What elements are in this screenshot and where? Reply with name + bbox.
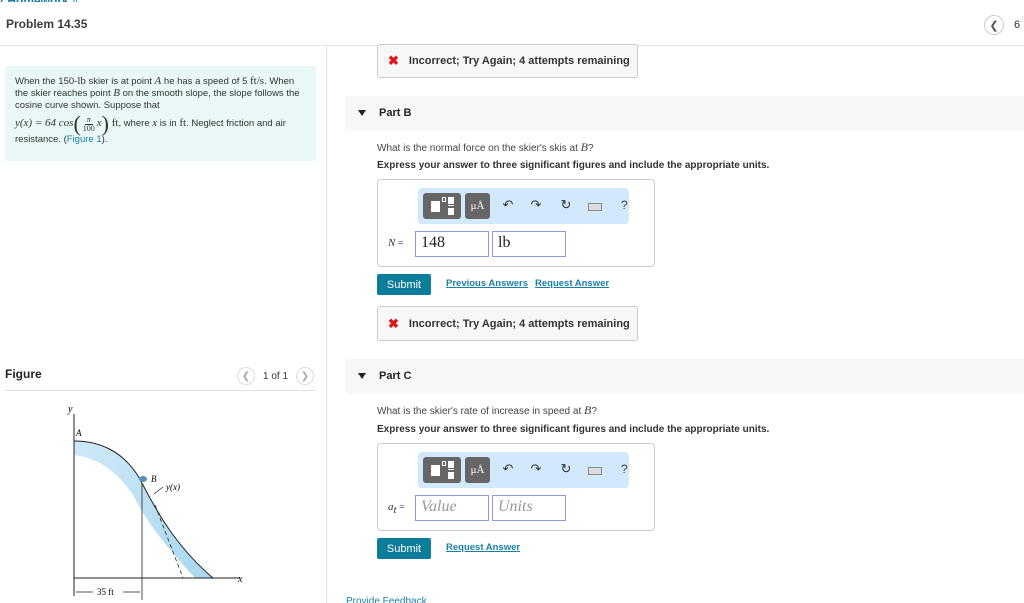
figure-header: Figure ❮ 1 of 1 ❯	[5, 366, 316, 391]
templates-icon	[431, 201, 440, 212]
column-divider	[326, 46, 327, 603]
problem-number: 6	[1014, 19, 1021, 31]
reset-icon[interactable]: ↻	[558, 197, 574, 213]
help-icon[interactable]: ?	[621, 198, 628, 212]
x-axis-label: x	[237, 574, 243, 585]
collapse-triangle-icon[interactable]	[358, 373, 366, 379]
math-toolbar: μÅ ↶ ↷ ↻ ?	[418, 452, 629, 488]
part-b-header[interactable]: Part B	[346, 96, 1024, 131]
chevron-left-icon: ❮	[241, 370, 251, 382]
incorrect-x-icon: ✖	[388, 53, 399, 68]
curve-leader	[153, 486, 164, 495]
problem-statement: When the 150-lb skier is at point A he h…	[5, 66, 316, 161]
point-b-label: B	[151, 474, 157, 484]
part-b-answer-box: μÅ ↶ ↷ ↻ ? N = 148 lb	[377, 179, 655, 267]
answer-variable-label: at =	[388, 501, 405, 516]
redo-icon[interactable]: ↷	[528, 197, 544, 213]
chevron-right-icon: ❯	[300, 370, 310, 382]
dimension-label: 35 ft	[97, 587, 114, 597]
skier	[139, 476, 147, 482]
part-c-submit-button[interactable]: Submit	[377, 538, 431, 559]
problem-header: Problem 14.35 ❮ 6	[0, 0, 1024, 46]
keyboard-icon[interactable]	[588, 203, 602, 211]
chevron-left-icon: ❮	[989, 19, 999, 32]
math-toolbar: μÅ ↶ ↷ ↻ ?	[418, 188, 629, 224]
part-c-answer-box: μÅ ↶ ↷ ↻ ? at = Value Units	[377, 443, 655, 531]
previous-answers-link[interactable]: Previous Answers	[446, 278, 528, 289]
previous-problem-button[interactable]: ❮	[984, 15, 1004, 35]
reset-icon[interactable]: ↻	[558, 461, 574, 477]
keyboard-icon[interactable]	[588, 467, 602, 475]
point-a-label: A	[75, 428, 82, 438]
figure-image: y x A B y(x) 35 ft	[67, 404, 243, 600]
templates-button[interactable]	[423, 457, 461, 483]
problem-title: Problem 14.35	[6, 17, 88, 31]
answer-variable-label: N =	[388, 237, 404, 249]
units-button[interactable]: μÅ	[465, 457, 490, 483]
part-c-request-answer-link[interactable]: Request Answer	[446, 542, 520, 553]
part-b-instruction: Express your answer to three significant…	[377, 160, 770, 171]
figure-counter: 1 of 1	[263, 371, 289, 382]
figure-link[interactable]: Figure 1	[67, 134, 102, 145]
y-axis-label: y	[67, 404, 73, 415]
units-input[interactable]: Units	[492, 495, 566, 521]
curve-label: y(x)	[165, 482, 180, 492]
undo-icon[interactable]: ↶	[500, 461, 516, 477]
figure-next-button[interactable]: ❯	[296, 367, 314, 385]
part-b-question: What is the normal force on the skier's …	[377, 140, 594, 154]
value-input[interactable]: Value	[415, 495, 489, 521]
units-input[interactable]: lb	[492, 231, 566, 257]
part-b-request-answer-link[interactable]: Request Answer	[535, 278, 609, 289]
units-button[interactable]: μÅ	[465, 193, 490, 219]
part-c-header[interactable]: Part C	[346, 359, 1024, 394]
templates-icon	[431, 465, 440, 476]
part-c-instruction: Express your answer to three significant…	[377, 424, 770, 435]
part-b-submit-button[interactable]: Submit	[377, 274, 431, 295]
part-c-question: What is the skier's rate of increase in …	[377, 403, 597, 417]
templates-button[interactable]	[423, 193, 461, 219]
redo-icon[interactable]: ↷	[528, 461, 544, 477]
equation: y(x) = 64 cos ( π 100 x ) ft	[15, 111, 119, 137]
part-b-feedback: ✖ Incorrect; Try Again; 4 attempts remai…	[377, 306, 638, 341]
part-a-feedback: ✖ Incorrect; Try Again; 4 attempts remai…	[377, 44, 638, 78]
incorrect-x-icon: ✖	[388, 315, 399, 331]
provide-feedback-link[interactable]: Provide Feedback	[346, 596, 427, 603]
figure-prev-button[interactable]: ❮	[237, 367, 255, 385]
collapse-triangle-icon[interactable]	[358, 110, 366, 116]
figure-label: Figure	[5, 367, 42, 381]
value-input[interactable]: 148	[415, 231, 489, 257]
undo-icon[interactable]: ↶	[500, 197, 516, 213]
help-icon[interactable]: ?	[621, 462, 628, 476]
